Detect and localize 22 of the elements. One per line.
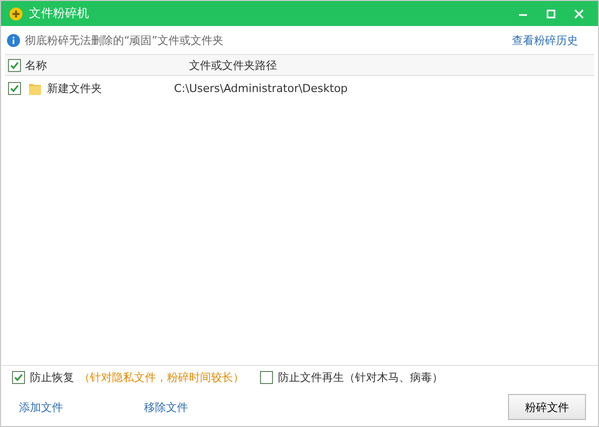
- shred-button[interactable]: 粉碎文件: [508, 394, 586, 420]
- info-icon: [7, 34, 20, 46]
- option-note: （针对隐私文件，粉碎时间较长）: [79, 370, 244, 384]
- maximize-button[interactable]: [546, 8, 556, 18]
- option-label: 防止恢复: [30, 370, 74, 384]
- action-link[interactable]: 添加文件: [19, 400, 144, 414]
- column-header: 文件或文件夹路径: [188, 58, 277, 72]
- window-title: 文件粉碎机: [29, 5, 89, 22]
- history-link[interactable]: 查看粉碎历史: [512, 32, 578, 48]
- info-text: 彻底粉碎无法删除的“顽固”文件或文件夹: [25, 32, 224, 48]
- folder-icon: [29, 82, 41, 94]
- close-button[interactable]: [574, 8, 584, 18]
- option-checkbox[interactable]: [260, 370, 273, 384]
- plus-icon: [9, 6, 23, 20]
- action-link[interactable]: 移除文件: [144, 400, 269, 414]
- option-checkbox[interactable]: [12, 370, 25, 384]
- select-all-checkbox[interactable]: [8, 58, 21, 72]
- row-checkbox[interactable]: [8, 82, 21, 94]
- file-path: C:\Users\Administrator\Desktop: [174, 82, 348, 94]
- option-label: 防止文件再生（针对木马、病毒）: [278, 370, 443, 384]
- file-name: 新建文件夹: [47, 80, 103, 96]
- column-header: 名称: [24, 58, 48, 72]
